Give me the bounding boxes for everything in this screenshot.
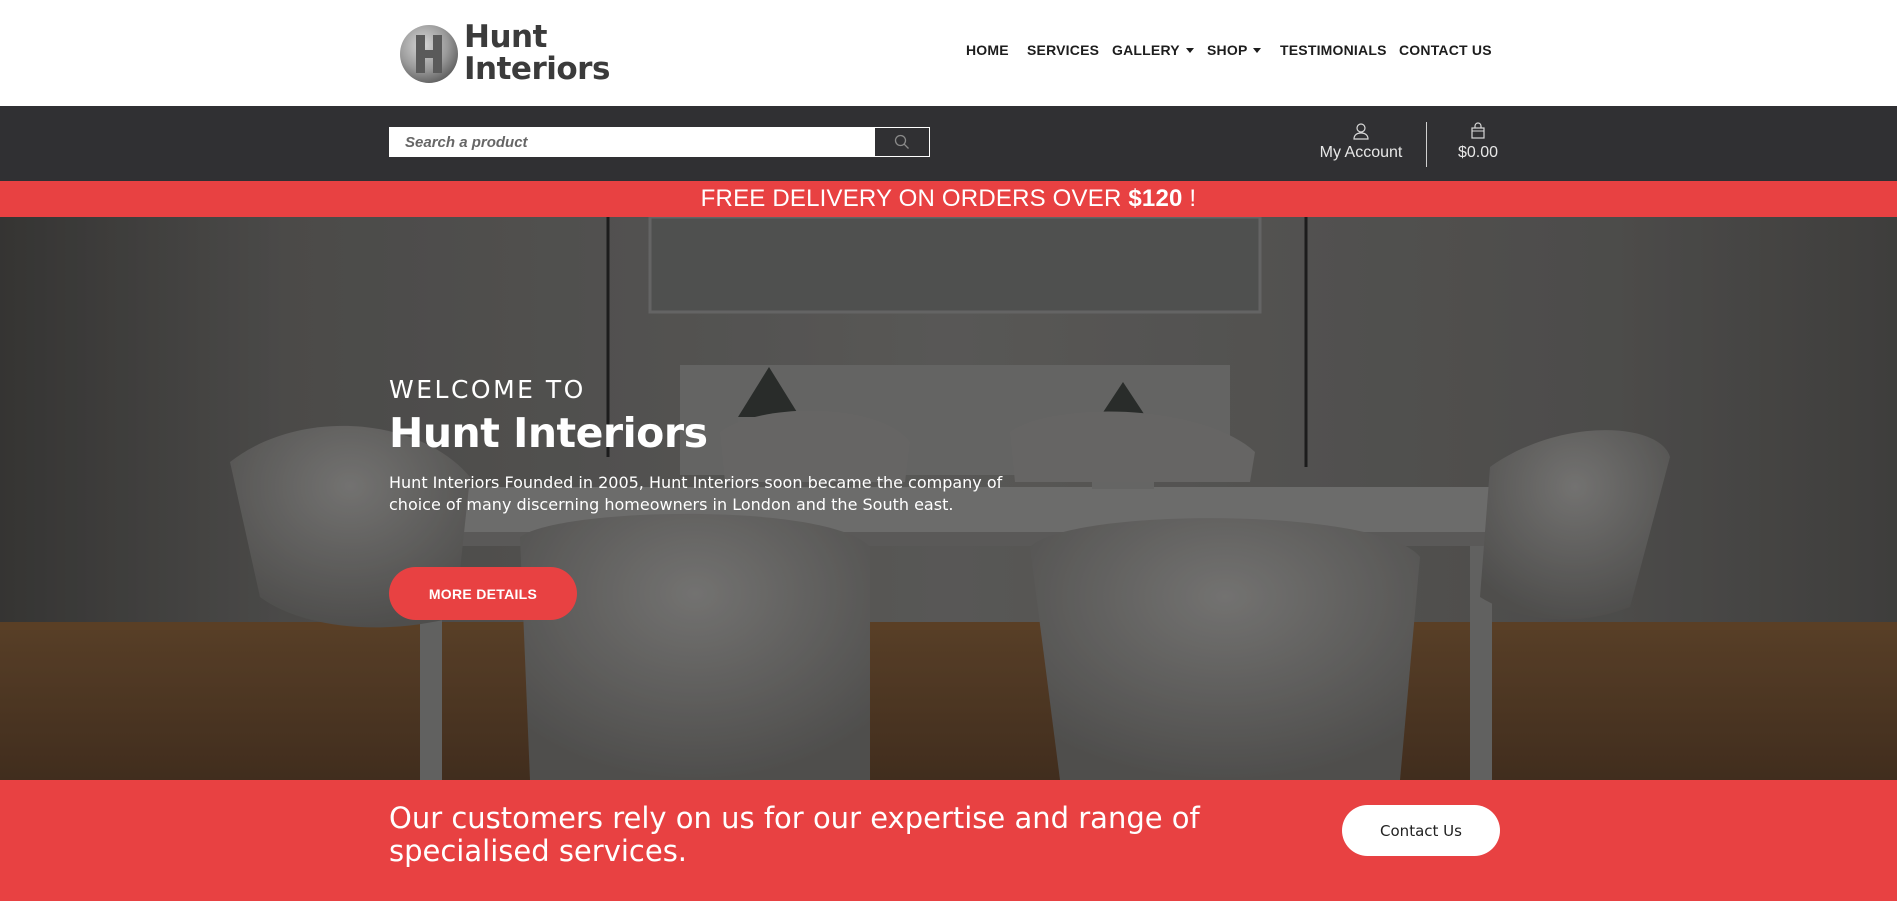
hero-welcome: WELCOME TO — [389, 375, 586, 404]
utility-divider — [1426, 122, 1427, 167]
free-delivery-banner: FREE DELIVERY ON ORDERS OVER $120 ! — [0, 181, 1897, 217]
main-nav: HOME SERVICES GALLERY SHOP TESTIMONIALS … — [0, 42, 1897, 64]
search-button[interactable] — [874, 127, 930, 157]
nav-shop[interactable]: SHOP — [1207, 42, 1262, 58]
nav-gallery-label: GALLERY — [1112, 42, 1180, 58]
promo-text-before: FREE DELIVERY ON ORDERS OVER — [700, 185, 1129, 212]
cart-total: $0.00 — [1457, 144, 1499, 161]
promo-amount: $120 — [1128, 185, 1183, 212]
search-icon — [894, 134, 909, 149]
cta-band: Our customers rely on us for our experti… — [0, 780, 1897, 901]
cart-link[interactable]: $0.00 — [1448, 122, 1508, 166]
site-header: Hunt Interiors HOME SERVICES GALLERY SHO… — [0, 0, 1897, 106]
hero-section: WELCOME TO Hunt Interiors Hunt Interiors… — [0, 217, 1897, 780]
nav-home-label: HOME — [966, 42, 1009, 58]
caret-down-icon — [1185, 47, 1194, 53]
nav-contact-us[interactable]: CONTACT US — [1399, 42, 1492, 58]
nav-gallery[interactable]: GALLERY — [1112, 42, 1194, 58]
cta-text: Our customers rely on us for our experti… — [389, 801, 1200, 868]
nav-services-label: SERVICES — [1027, 42, 1100, 58]
my-account-label: My Account — [1319, 144, 1403, 161]
hero-description: Hunt Interiors Founded in 2005, Hunt Int… — [389, 473, 1003, 514]
more-details-button[interactable]: MORE DETAILS — [389, 567, 577, 620]
user-icon — [1353, 123, 1369, 140]
promo-text-after: ! — [1182, 185, 1197, 212]
search-input[interactable] — [389, 127, 874, 157]
nav-home[interactable]: HOME — [966, 42, 1009, 58]
nav-testimonials[interactable]: TESTIMONIALS — [1280, 42, 1387, 58]
contact-us-button[interactable]: Contact Us — [1342, 805, 1500, 856]
hero-title: Hunt Interiors — [389, 409, 708, 457]
caret-down-icon — [1253, 47, 1262, 53]
nav-services[interactable]: SERVICES — [1027, 42, 1099, 58]
utility-bar: My Account $0.00 — [0, 106, 1897, 181]
my-account-link[interactable]: My Account — [1310, 122, 1412, 166]
nav-contact-us-label: CONTACT US — [1399, 42, 1492, 58]
shopping-bag-icon — [1471, 122, 1485, 139]
nav-shop-label: SHOP — [1207, 42, 1248, 58]
nav-testimonials-label: TESTIMONIALS — [1280, 42, 1387, 58]
